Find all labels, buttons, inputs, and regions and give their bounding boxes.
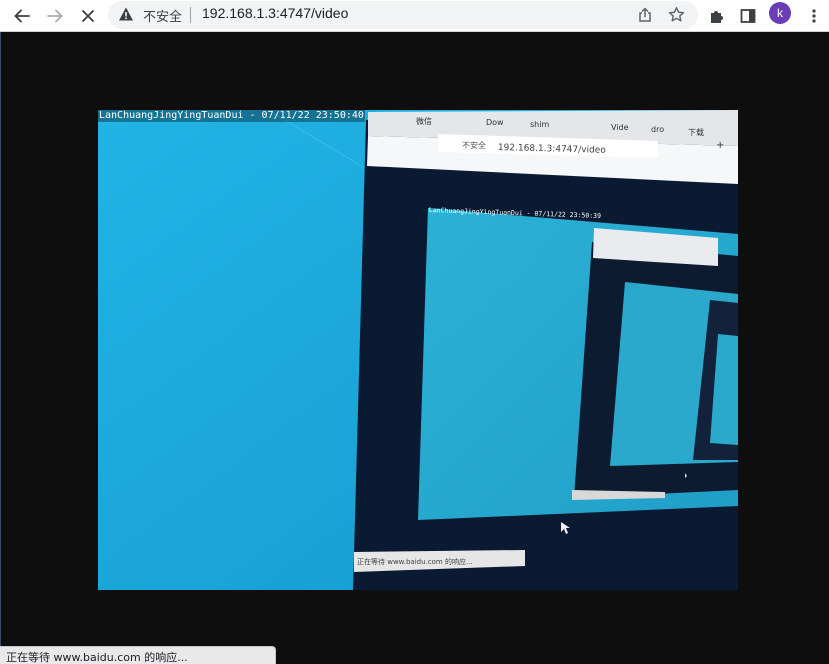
nested-status-text: 正在等待 www.baidu.com 的响应... bbox=[357, 558, 473, 566]
side-panel-icon bbox=[740, 9, 756, 23]
kebab-menu-icon bbox=[812, 9, 816, 23]
nested-tab-4: Vide bbox=[611, 123, 629, 132]
puzzle-icon bbox=[711, 11, 723, 23]
window-edge bbox=[0, 32, 1, 664]
camera-frame bbox=[98, 110, 738, 590]
nested-tab-1: 微信 bbox=[416, 117, 432, 126]
nested-tab-3: shim bbox=[530, 120, 550, 129]
back-button[interactable] bbox=[9, 3, 35, 29]
browser-toolbar: 不安全 192.168.1.3:4747/video k bbox=[0, 0, 829, 32]
side-panel-button[interactable] bbox=[735, 3, 761, 29]
address-bar[interactable]: 不安全 192.168.1.3:4747/video bbox=[108, 1, 698, 29]
url-text[interactable]: 192.168.1.3:4747/video bbox=[202, 5, 348, 21]
nested-tab-2: Dow bbox=[486, 118, 504, 127]
back-arrow-icon bbox=[14, 9, 30, 23]
video-overlay-text: LanChuangJingYingTuanDui - 07/11/22 23:5… bbox=[98, 110, 365, 122]
nested-tab-6: 下载 bbox=[688, 128, 704, 137]
forward-arrow-icon bbox=[47, 9, 63, 23]
profile-avatar[interactable]: k bbox=[769, 2, 791, 24]
security-label[interactable]: 不安全 bbox=[143, 6, 182, 25]
stop-button[interactable] bbox=[75, 3, 101, 29]
forward-button[interactable] bbox=[42, 3, 68, 29]
menu-button[interactable] bbox=[801, 3, 827, 29]
nested-tab-5: dro bbox=[651, 125, 665, 134]
share-icon[interactable] bbox=[637, 7, 653, 23]
nested-new-tab: + bbox=[716, 140, 725, 151]
video-stream: LanChuangJingYingTuanDui - 07/11/22 23:5… bbox=[98, 110, 738, 590]
nested-security-label: 不安全 bbox=[462, 141, 486, 150]
star-icon[interactable] bbox=[668, 6, 685, 23]
omnibox-divider bbox=[190, 7, 191, 23]
extensions-button[interactable] bbox=[704, 3, 730, 29]
close-icon bbox=[82, 10, 94, 22]
warning-icon[interactable] bbox=[118, 6, 134, 22]
status-bar: 正在等待 www.baidu.com 的响应... bbox=[0, 646, 276, 664]
